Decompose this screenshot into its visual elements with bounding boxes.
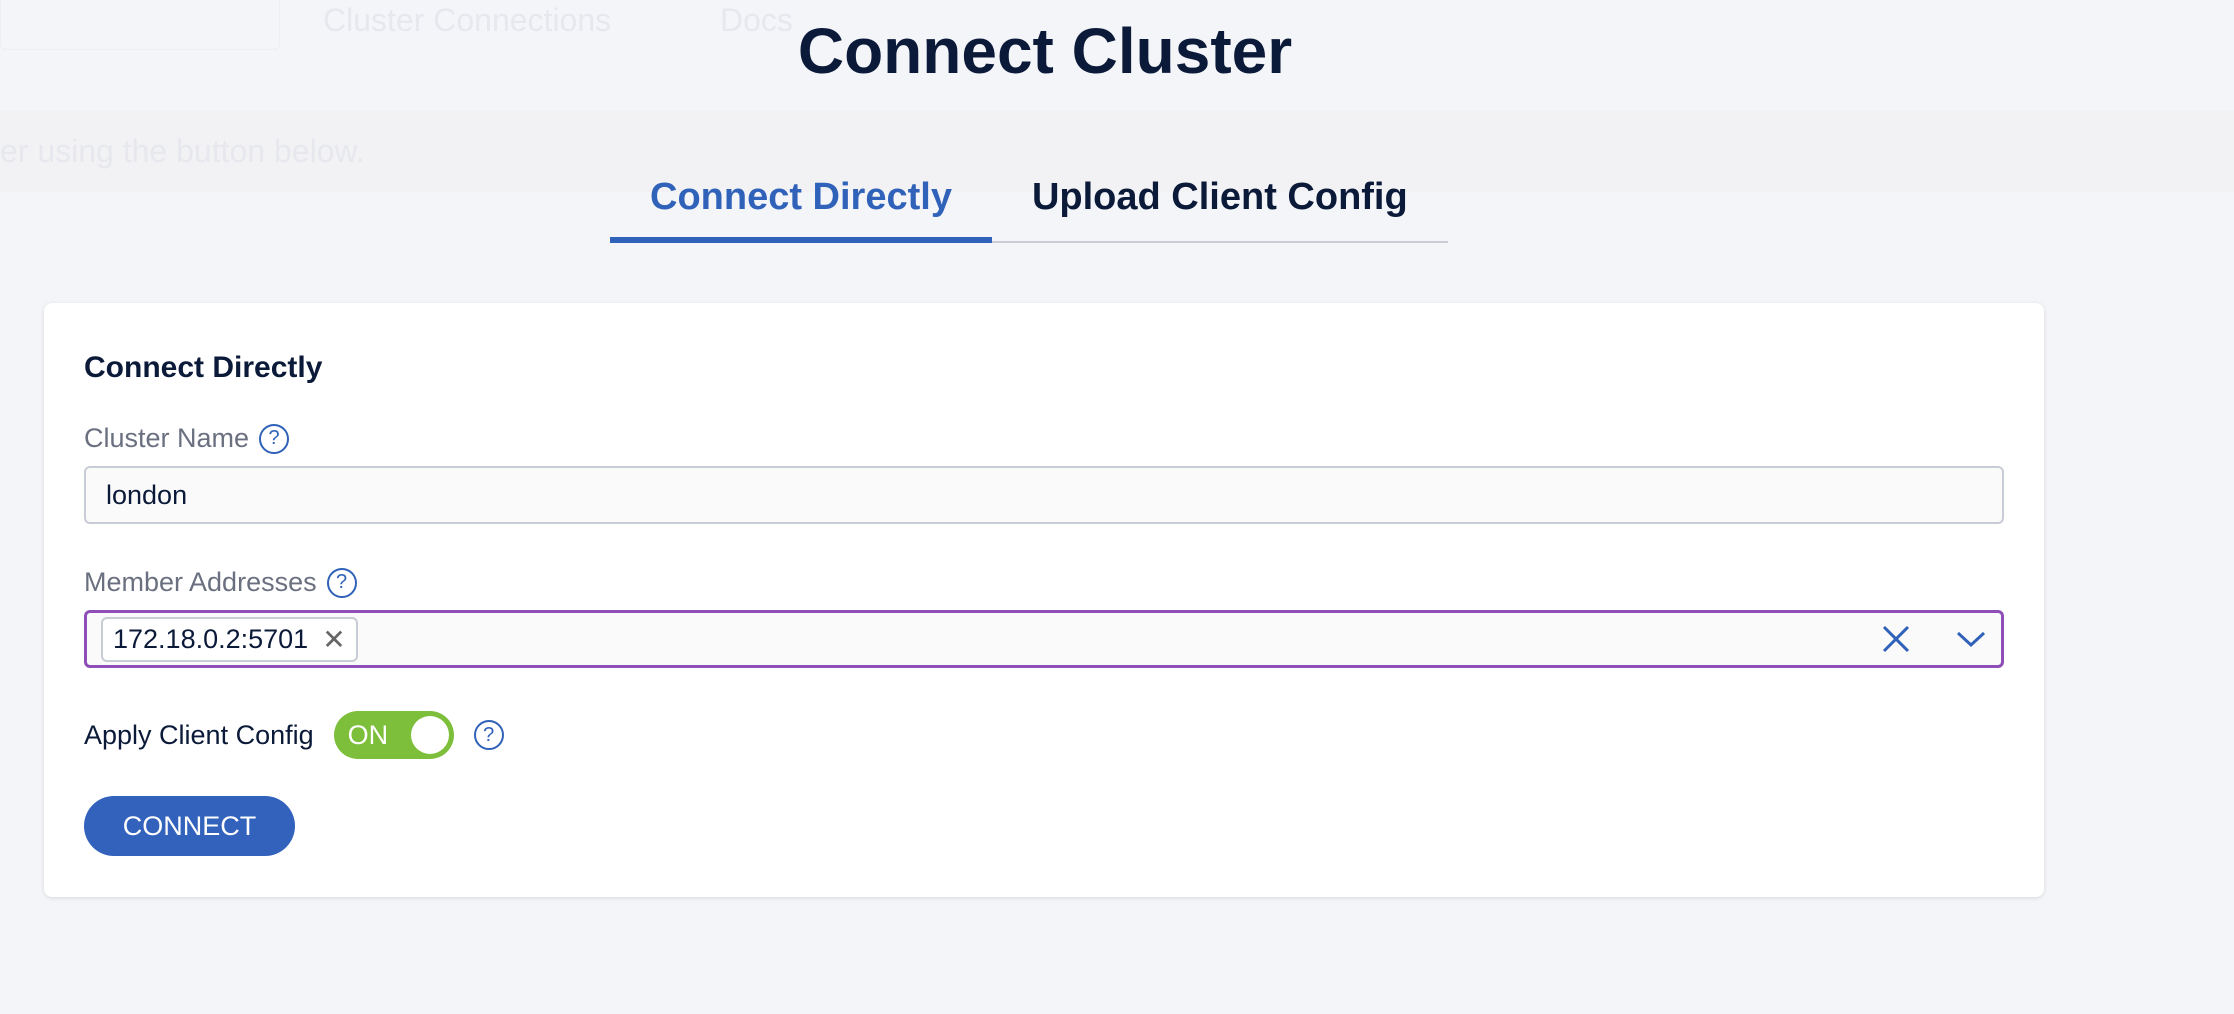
address-chip-label: 172.18.0.2:5701 <box>113 623 309 654</box>
chevron-down-icon[interactable] <box>1955 629 1987 649</box>
clear-icon[interactable] <box>1881 624 1911 654</box>
cluster-name-input[interactable]: london <box>84 466 2004 524</box>
apply-client-config-toggle[interactable]: ON <box>333 711 454 759</box>
remove-chip-icon[interactable]: ✕ <box>322 623 345 656</box>
member-addresses-label-text: Member Addresses <box>84 567 317 597</box>
address-chip: 172.18.0.2:5701 ✕ <box>101 616 358 662</box>
help-icon[interactable]: ? <box>326 567 357 598</box>
banner-text: er using the button below. <box>0 133 365 169</box>
toggle-knob <box>410 716 449 754</box>
connect-form-card: Connect Directly Cluster Name ? london M… <box>44 303 2044 897</box>
cluster-name-label: Cluster Name ? <box>84 423 290 454</box>
cluster-name-value: london <box>106 479 188 510</box>
toggle-state: ON <box>347 719 389 750</box>
help-icon[interactable]: ? <box>259 423 290 454</box>
cluster-name-label-text: Cluster Name <box>84 423 250 453</box>
help-icon[interactable]: ? <box>473 720 504 750</box>
apply-client-config-label: Apply Client Config <box>84 719 314 750</box>
modal-title: Connect Cluster <box>797 15 1293 87</box>
tabs: Connect Directly Upload Client Config <box>610 170 1448 243</box>
member-addresses-label: Member Addresses ? <box>84 567 357 598</box>
tab-connect-directly[interactable]: Connect Directly <box>610 170 992 243</box>
apply-client-config-row: Apply Client Config ON ? <box>84 711 504 759</box>
form-heading: Connect Directly <box>84 351 323 384</box>
member-addresses-input[interactable]: 172.18.0.2:5701 ✕ <box>84 610 2004 668</box>
connect-button[interactable]: CONNECT <box>84 796 295 856</box>
tab-upload-client-config[interactable]: Upload Client Config <box>992 170 1448 241</box>
